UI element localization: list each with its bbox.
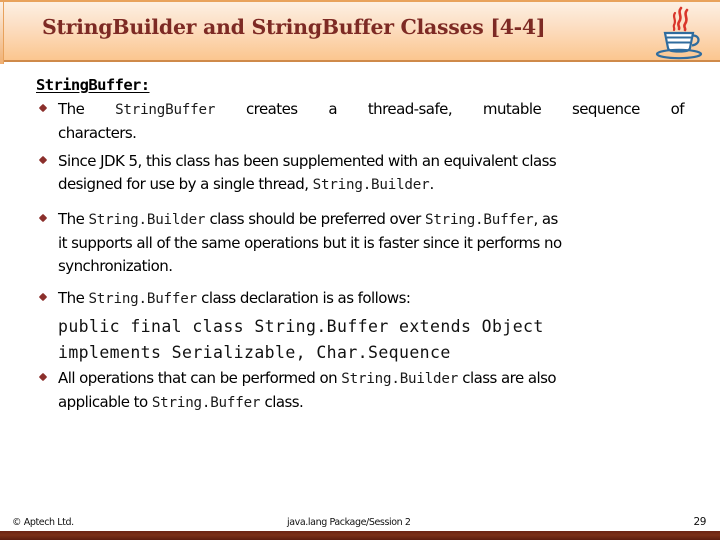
code-line: implements Serializable, Char.Sequence <box>58 343 451 362</box>
inline-code: String.Buffer <box>151 395 261 411</box>
inline-code: String.Builder <box>88 212 206 228</box>
diamond-bullet-icon <box>36 367 58 382</box>
bullet-item: Since JDK 5, this class has been supplem… <box>36 150 684 197</box>
bullet-text: All operations that can be performed on … <box>58 367 684 415</box>
inline-code: StringBuffer <box>115 102 216 118</box>
code-line: public final class String.Buffer extends… <box>58 317 544 336</box>
diamond-bullet-icon <box>36 208 58 223</box>
code-declaration-block: public final class String.Buffer extends… <box>58 314 544 366</box>
diamond-bullet-icon <box>36 150 58 165</box>
inline-code: String.Buffer <box>425 212 534 228</box>
section-heading: StringBuffer: <box>36 76 150 94</box>
footer-page-number: 29 <box>693 516 706 528</box>
inline-text: characters. <box>58 124 137 142</box>
inline-code: String.Builder <box>312 177 430 193</box>
inline-text: class declaration is as follows: <box>196 289 411 307</box>
bullet-text: The StringBuffer creates a thread-safe, … <box>58 98 685 145</box>
header-left-accent <box>0 2 4 64</box>
inline-text: synchronization. <box>58 257 173 275</box>
bullet-item: All operations that can be performed on … <box>36 367 684 415</box>
inline-text: The <box>58 210 89 228</box>
slide-content-area: StringBuffer: The StringBuffer creates a… <box>0 72 720 492</box>
inline-text: creates a thread-safe, mutable sequence … <box>215 100 685 118</box>
inline-text: designed for use by a single thread, <box>58 175 313 193</box>
inline-text: class are also <box>458 369 556 387</box>
inline-text: class should be preferred over <box>205 210 425 228</box>
inline-text: , as <box>533 210 558 228</box>
bullet-text: Since JDK 5, this class has been supplem… <box>58 150 684 197</box>
inline-text: The <box>58 100 116 118</box>
inline-text: it supports all of the same operations b… <box>58 234 562 252</box>
java-cup-logo-icon <box>648 4 710 62</box>
footer-divider-bar <box>0 531 720 540</box>
inline-text: class. <box>260 393 304 411</box>
inline-code: String.Builder <box>341 371 459 387</box>
bullet-text: The String.Buffer class declaration is a… <box>58 287 684 311</box>
inline-text: The <box>58 289 89 307</box>
bullet-item: The String.Buffer class declaration is a… <box>36 287 684 311</box>
inline-code: String.Buffer <box>88 291 197 307</box>
bullet-item: The String.Builder class should be prefe… <box>36 208 684 278</box>
inline-text: All operations that can be performed on <box>58 369 342 387</box>
footer-copyright: © Aptech Ltd. <box>12 517 74 528</box>
inline-text: Since JDK 5, this class has been supplem… <box>58 152 557 170</box>
bullet-item: The StringBuffer creates a thread-safe, … <box>36 98 685 145</box>
slide-title: StringBuilder and StringBuffer Classes [… <box>42 15 546 39</box>
inline-text: . <box>429 175 434 193</box>
slide-header-banner: StringBuilder and StringBuffer Classes [… <box>0 0 720 64</box>
footer-session-label: java.lang Package/Session 2 <box>287 517 411 528</box>
bullet-text: The String.Builder class should be prefe… <box>58 208 684 278</box>
inline-text: applicable to <box>58 393 152 411</box>
diamond-bullet-icon <box>36 98 58 113</box>
diamond-bullet-icon <box>36 287 58 302</box>
